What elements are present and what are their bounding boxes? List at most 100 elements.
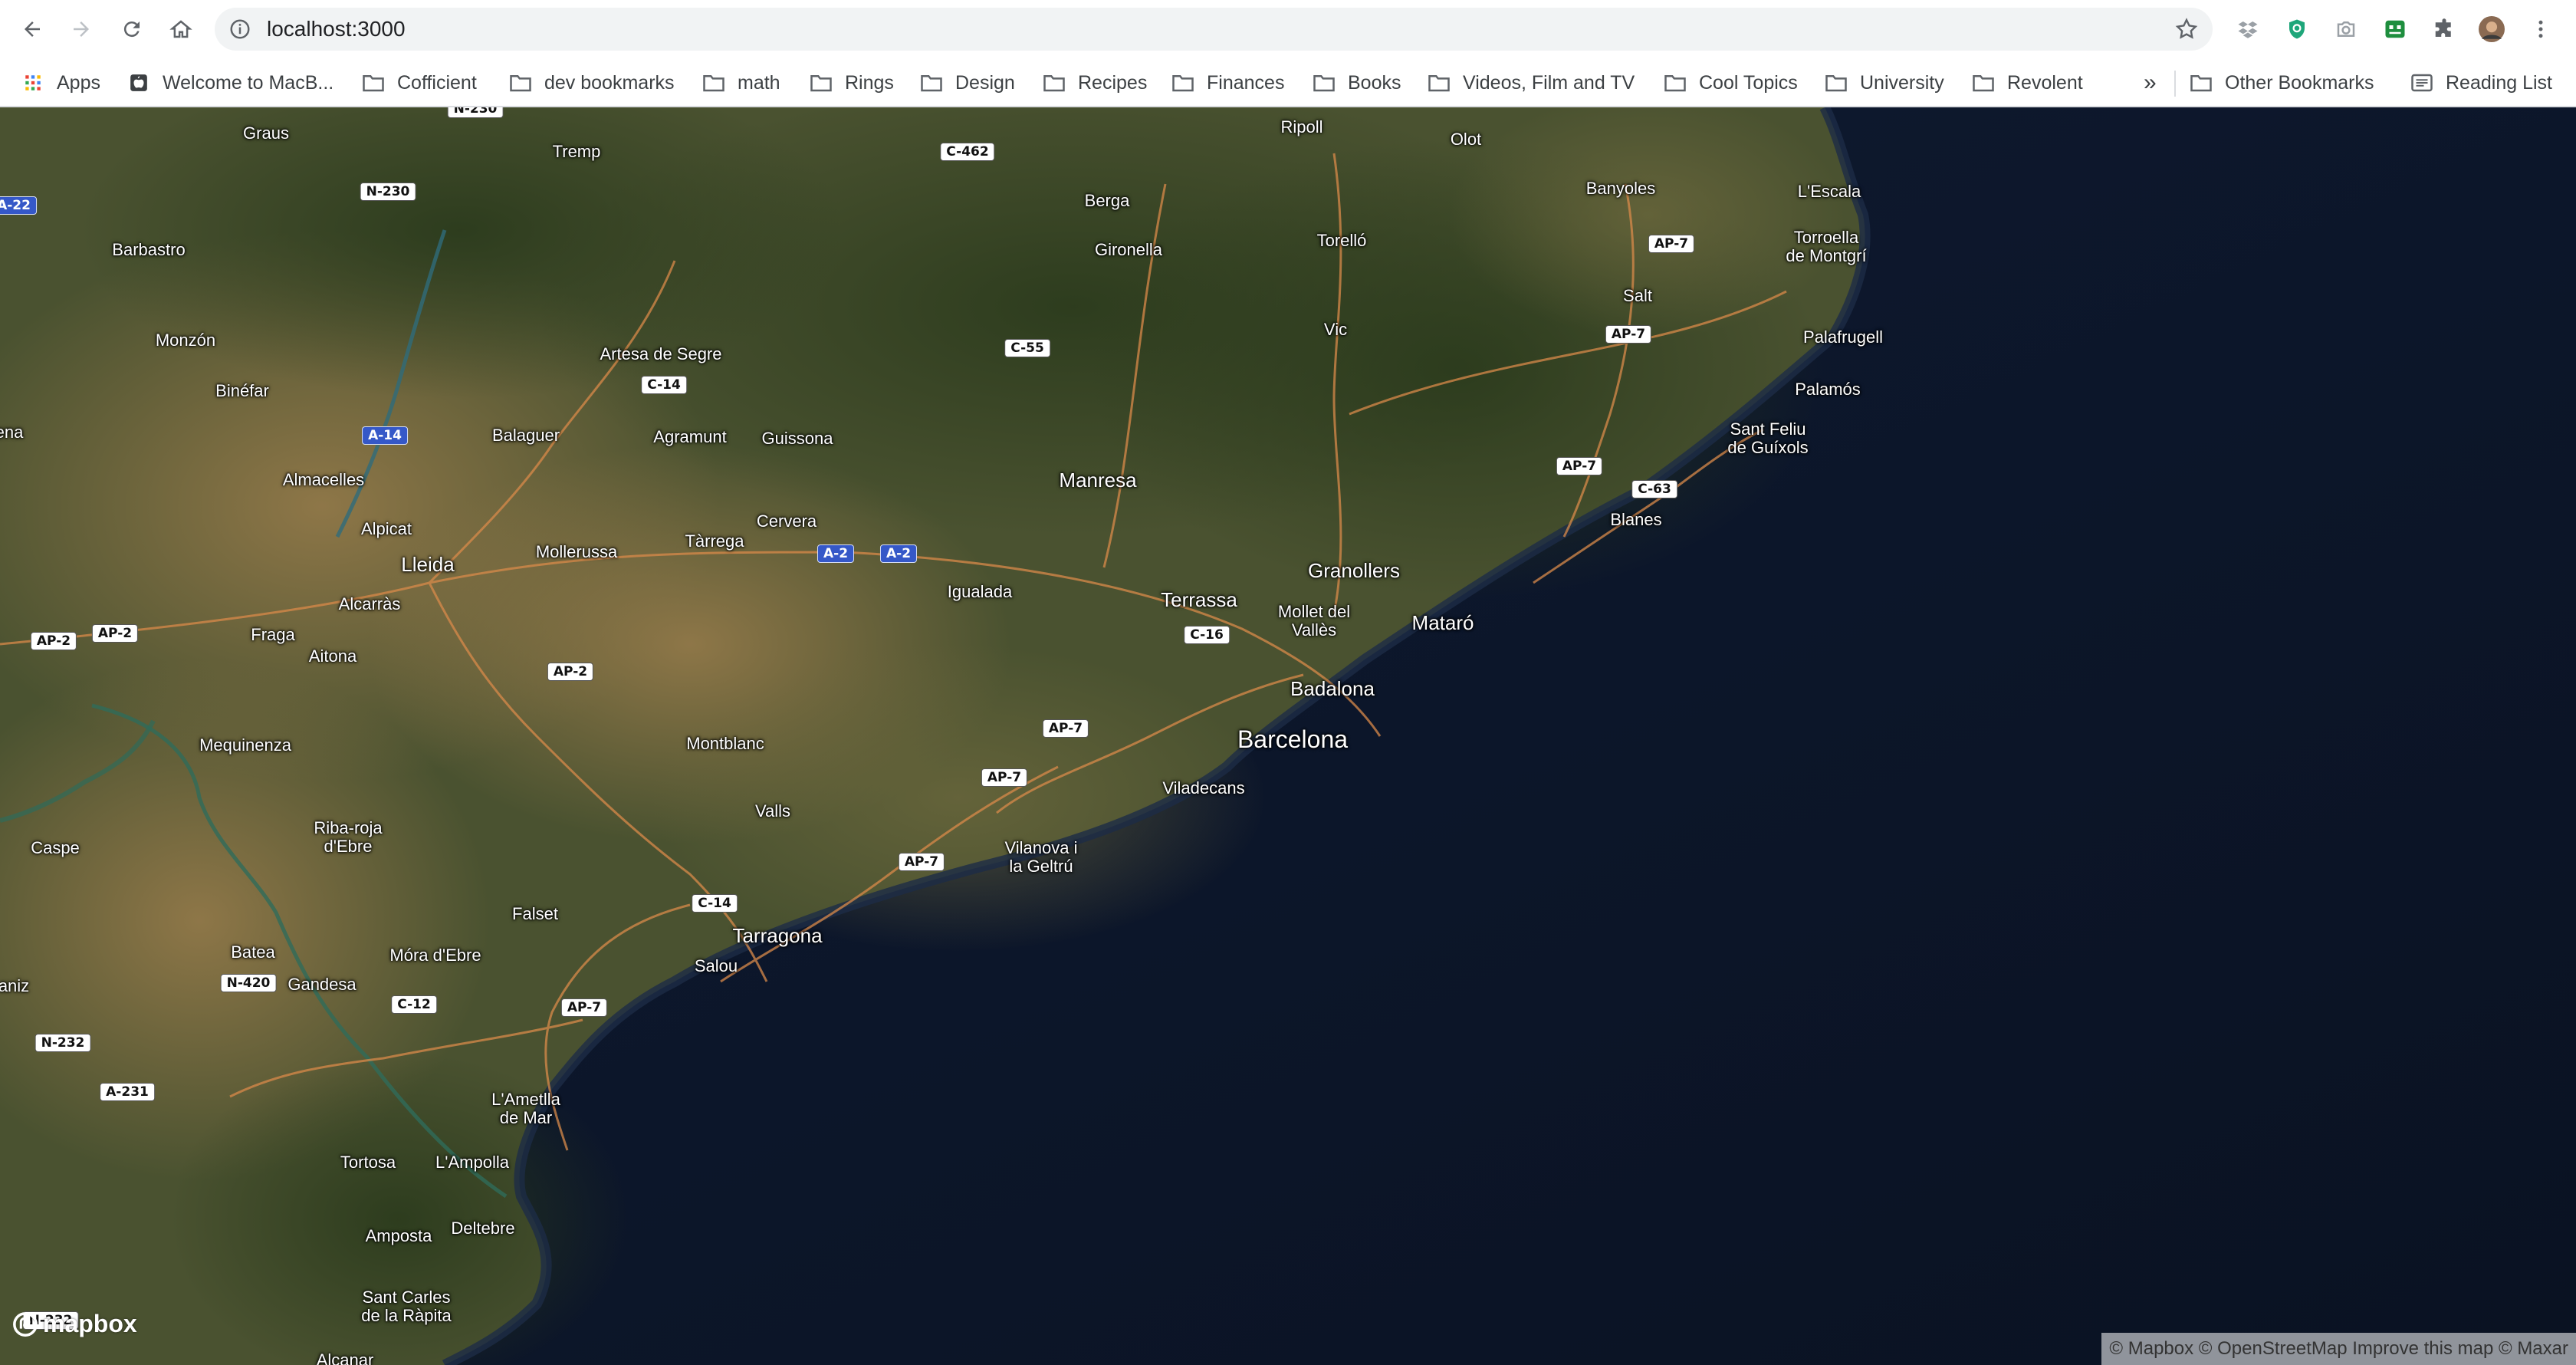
place-label: ena — [0, 423, 24, 442]
road-shield: AP-7 — [1042, 719, 1089, 738]
bookmark-folder-cool-topics[interactable]: Cool Topics — [1664, 58, 1798, 107]
bookmark-label: dev bookmarks — [544, 71, 675, 94]
road-shield: AP-7 — [560, 998, 608, 1017]
place-label: Palafrugell — [1803, 327, 1883, 347]
place-label: Viladecans — [1162, 778, 1245, 798]
menu-kebab-icon[interactable] — [2527, 15, 2555, 43]
map-attribution[interactable]: © Mapbox © OpenStreetMap Improve this ma… — [2101, 1333, 2576, 1365]
bookmark-label: Finances — [1207, 71, 1285, 94]
url-text[interactable]: localhost:3000 — [267, 8, 406, 51]
bookmark-folder-videos[interactable]: Videos, Film and TV — [1428, 58, 1635, 107]
road-shield: A-231 — [100, 1083, 155, 1101]
road-shield: N-232 — [34, 1034, 91, 1052]
bookmark-welcome[interactable]: Welcome to MacB... — [127, 58, 334, 107]
bookmark-star-icon[interactable] — [2174, 17, 2199, 41]
reading-list-icon — [2411, 74, 2433, 92]
bookmark-label: Design — [955, 71, 1015, 94]
place-label: Guissona — [761, 429, 833, 448]
folder-icon — [921, 75, 942, 92]
folder-icon — [1043, 75, 1065, 92]
bookmark-apps[interactable]: Apps — [21, 58, 100, 107]
place-label: Cervera — [756, 511, 817, 531]
mapbox-logo[interactable]: mapbox — [12, 1310, 137, 1338]
mapbox-logo-icon — [13, 1311, 38, 1337]
bookmark-folder-revolent[interactable]: Revolent — [1972, 58, 2083, 107]
road-shield: A-2 — [879, 544, 918, 563]
place-label: Monzón — [155, 331, 216, 350]
home-button[interactable] — [163, 11, 199, 48]
camera-extension-icon[interactable] — [2332, 15, 2360, 43]
bookmark-folder-finances[interactable]: Finances — [1171, 58, 1284, 107]
forward-button[interactable] — [63, 11, 100, 48]
place-label: Batea — [231, 942, 275, 962]
place-label: Mataró — [1411, 611, 1474, 634]
bookmark-label: Videos, Film and TV — [1463, 71, 1635, 94]
reading-list-button[interactable]: Reading List — [2410, 58, 2552, 107]
dropbox-extension-icon[interactable] — [2234, 15, 2262, 43]
road-shield: AP-2 — [547, 663, 594, 681]
place-label: Terrassa — [1161, 588, 1237, 611]
bookmark-label: Recipes — [1078, 71, 1148, 94]
bookmark-folder-design[interactable]: Design — [920, 58, 1015, 107]
place-label: Vic — [1323, 320, 1348, 339]
road-shield: N-230 — [360, 183, 416, 201]
info-icon[interactable] — [228, 18, 251, 41]
road-shield: AP-7 — [1556, 457, 1603, 475]
mapbox-logo-text: mapbox — [43, 1310, 137, 1337]
shield-extension-icon[interactable] — [2283, 15, 2311, 43]
road-shield: C-14 — [692, 894, 738, 913]
bookmark-folder-recipes[interactable]: Recipes — [1043, 58, 1147, 107]
reload-button[interactable] — [113, 11, 150, 48]
place-label: Blanes — [1610, 510, 1662, 529]
bookmark-label: Welcome to MacB... — [163, 71, 334, 94]
place-label: Olot — [1450, 130, 1482, 149]
bookmark-folder-cofficient[interactable]: Cofficient — [362, 58, 477, 107]
bookmark-folder-books[interactable]: Books — [1313, 58, 1401, 107]
place-label: Ripoll — [1280, 117, 1323, 136]
apple-icon — [130, 74, 147, 91]
map-canvas[interactable]: Graus Tremp Ripoll Olot Banyoles L'Escal… — [0, 107, 2576, 1365]
place-label: Deltebre — [451, 1219, 515, 1238]
puzzle-extensions-icon[interactable] — [2430, 15, 2458, 43]
place-label: Alpicat — [360, 519, 412, 538]
road-shield: AP-2 — [91, 624, 139, 643]
reload-icon — [123, 21, 140, 38]
folder-icon — [1973, 75, 1994, 92]
place-label: Binéfar — [215, 381, 269, 400]
place-label: Tarragona — [732, 924, 823, 947]
place-label: Barbastro — [112, 240, 186, 259]
road-shield: A-2 — [816, 544, 855, 563]
bookmarks-overflow-button[interactable]: » — [2144, 58, 2157, 107]
place-label: Falset — [512, 904, 558, 923]
bookmark-label: Revolent — [2007, 71, 2083, 94]
home-icon — [169, 20, 192, 38]
bookmark-folder-university[interactable]: University — [1825, 58, 1944, 107]
road-shield: AP-7 — [1648, 235, 1695, 253]
bookmark-label: Apps — [57, 71, 100, 94]
place-label: Igualada — [947, 582, 1013, 601]
road-shield: C-63 — [1631, 480, 1677, 498]
bookmark-label: Other Bookmarks — [2225, 71, 2374, 94]
place-label: Alcanar — [316, 1350, 374, 1365]
back-button[interactable] — [14, 11, 51, 48]
bookmark-folder-rings[interactable]: Rings — [810, 58, 894, 107]
bookmark-label: Books — [1348, 71, 1401, 94]
bookmark-label: University — [1860, 71, 1944, 94]
place-label: Banyoles — [1585, 179, 1656, 198]
bookmark-folder-other[interactable]: Other Bookmarks — [2190, 58, 2374, 107]
folder-icon — [1313, 75, 1335, 92]
place-label: Salou — [694, 956, 738, 975]
address-bar[interactable]: localhost:3000 — [215, 8, 2213, 51]
green-extension-icon[interactable] — [2381, 15, 2409, 43]
bookmark-folder-math[interactable]: math — [702, 58, 780, 107]
bookmark-folder-dev-bookmarks[interactable]: dev bookmarks — [509, 58, 675, 107]
place-label: Manresa — [1059, 469, 1137, 492]
place-label: Badalona — [1290, 677, 1375, 700]
bookmark-label: Rings — [845, 71, 894, 94]
place-label: L'Ametlla de Mar — [491, 1090, 560, 1127]
road-shield: N-230 — [447, 107, 504, 118]
bookmark-label: Cofficient — [397, 71, 477, 94]
road-shield: C-14 — [641, 376, 687, 394]
profile-avatar[interactable] — [2478, 15, 2505, 43]
folder-icon — [510, 75, 531, 92]
